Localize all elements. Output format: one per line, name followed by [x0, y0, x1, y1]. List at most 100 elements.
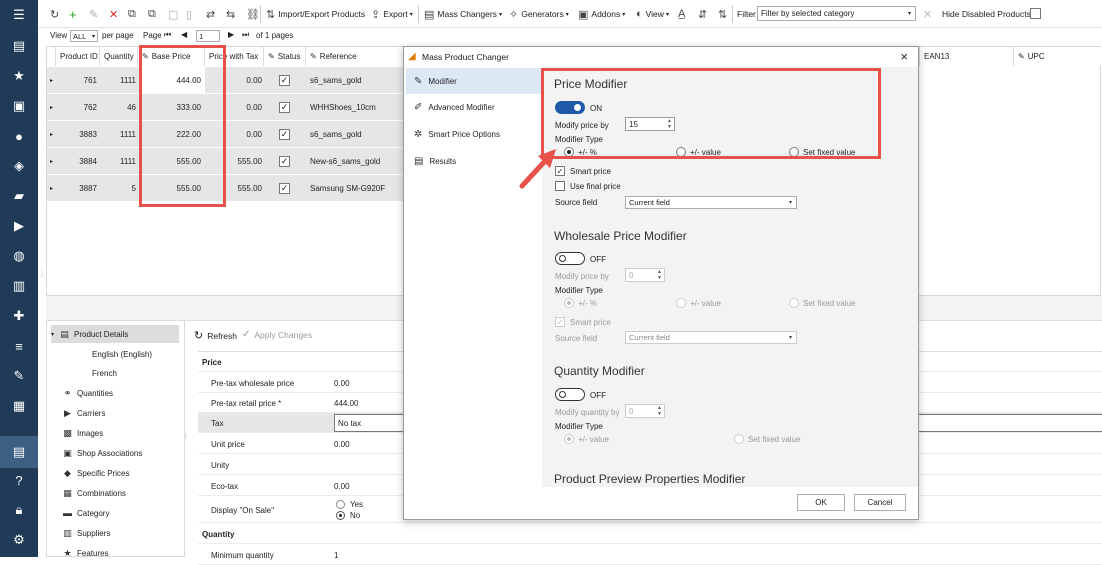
wholesale-modifier-toggle[interactable] [555, 252, 585, 265]
column-header-product-id[interactable]: Product ID [56, 47, 100, 66]
wholesale-smart-price-checkbox[interactable]: ✓ [555, 317, 565, 327]
table-row[interactable]: ▸ 762 46 333.00 0.00 ✓ WHHShoes_10cm [47, 94, 407, 120]
apply-changes-button[interactable]: ✓ Apply Changes [242, 329, 312, 340]
tree-item-french[interactable]: French [92, 364, 117, 382]
wholesale-source-field-select[interactable]: Current field ▾ [625, 331, 797, 344]
status-checkbox[interactable]: ✓ [279, 182, 290, 194]
clear-filter-icon[interactable]: ✕ [923, 6, 935, 22]
edit-icon[interactable]: ✎ [89, 6, 101, 22]
spinner-icon[interactable]: ▲ ▼ [657, 269, 662, 281]
hamburger-icon[interactable]: ☰ [0, 1, 38, 29]
last-page-icon[interactable]: ⏭ [242, 30, 249, 40]
status-checkbox[interactable]: ✓ [279, 101, 290, 113]
quantity-type-fixed-radio[interactable] [734, 434, 744, 444]
column-header-reference[interactable]: ✎ Reference [306, 47, 407, 66]
cell-status[interactable]: ✓ [279, 67, 290, 93]
ok-button[interactable]: OK [797, 494, 845, 511]
basket-icon[interactable]: ◈ [0, 152, 38, 180]
font-size-icon[interactable]: A̲ [678, 6, 688, 22]
report-icon[interactable]: ▦ [0, 392, 38, 420]
tree-item-suppliers[interactable]: ▥ Suppliers [62, 524, 110, 542]
mass-changers-button[interactable]: ▤ Mass Changers ▾ [424, 6, 502, 22]
row-expand-icon[interactable]: ▸ [50, 67, 53, 93]
cell-status[interactable]: ✓ [279, 94, 290, 120]
on-sale-no-radio[interactable] [336, 511, 345, 520]
quantity-modifier-toggle[interactable] [555, 388, 585, 401]
move-icon[interactable]: ⇄ [206, 6, 218, 22]
page-input[interactable]: 1 [196, 30, 220, 42]
add-icon[interactable]: + [69, 6, 80, 22]
wholesale-type-fixed-radio[interactable] [789, 298, 799, 308]
wrench-icon[interactable]: ✎ [0, 362, 38, 390]
tree-item-category[interactable]: ▬ Category [62, 504, 109, 522]
table-row[interactable]: ▸ 3883 1111 222.00 0.00 ✓ s6_sams_gold [47, 121, 407, 147]
export-button[interactable]: ⇪ Export ▾ [371, 6, 413, 22]
lock-icon[interactable]: 🔒︎ [0, 496, 38, 524]
addons-button[interactable]: ▣ Addons ▾ [578, 6, 625, 22]
globe-icon[interactable]: ◍ [0, 242, 38, 270]
detail-row[interactable]: Minimum quantity 1 [198, 545, 1102, 565]
refresh-icon[interactable]: ↻ [50, 6, 62, 22]
table-row[interactable]: ▸ 761 1111 444.00 0.00 ✓ s6_sams_gold [47, 67, 407, 93]
dialog-tab-modifier[interactable]: ✎ Modifier [406, 68, 542, 94]
column-header-ean13[interactable]: EAN13 [919, 47, 1013, 66]
tree-item-images[interactable]: ▩ Images [62, 424, 103, 442]
table-row[interactable]: ▸ 3884 1111 555.00 555.00 ✓ New-s6_sams_… [47, 148, 407, 174]
shuffle-icon[interactable]: ⇆ [226, 6, 238, 22]
duplicate-icon[interactable]: ⧉ [148, 6, 159, 22]
column-header-upc[interactable]: ✎ UPC [1013, 47, 1101, 66]
spinner-icon[interactable]: ▲ ▼ [657, 405, 662, 417]
hide-disabled-checkbox[interactable] [1030, 8, 1041, 19]
next-page-icon[interactable]: ▶ [228, 30, 234, 39]
first-page-icon[interactable]: ⏮ [164, 30, 171, 40]
tree-item-carriers[interactable]: ▶ Carriers [62, 404, 105, 422]
quantity-type-value-radio[interactable] [564, 434, 574, 444]
close-icon[interactable]: × [900, 49, 908, 64]
table-row[interactable]: ▸ 3887 5 555.00 555.00 ✓ Samsung SM-G920… [47, 175, 407, 201]
copy-icon[interactable]: ⧉ [128, 6, 139, 22]
chat-icon[interactable]: ▰ [0, 182, 38, 210]
dialog-tab-advanced-modifier[interactable]: ✐ Advanced Modifier [406, 94, 542, 120]
page-icon[interactable]: ▢ [168, 6, 181, 22]
sort-asc-icon[interactable]: ⇵ [698, 6, 710, 22]
truck-icon[interactable]: ▶ [0, 212, 38, 240]
cell-status[interactable]: ✓ [279, 121, 290, 147]
sliders-icon[interactable]: ≡ [0, 332, 38, 360]
modify-wholesale-input[interactable]: 0 ▲ ▼ [625, 268, 665, 282]
tree-item-combinations[interactable]: ▦ Combinations [62, 484, 126, 502]
row-expand-icon[interactable]: ▸ [50, 175, 53, 201]
splitter-handle[interactable]: ⁞ [38, 272, 46, 282]
row-expand-icon[interactable]: ▸ [50, 148, 53, 174]
bar-chart-icon[interactable]: ▥ [0, 272, 38, 300]
status-checkbox[interactable]: ✓ [279, 155, 290, 167]
wholesale-type-percent-radio[interactable] [564, 298, 574, 308]
column-header-quantity[interactable]: Quantity [100, 47, 138, 66]
sort-desc-icon[interactable]: ⇅ [718, 6, 730, 22]
collapse-icon[interactable]: ▾ [51, 331, 54, 338]
cell-status[interactable]: ✓ [279, 148, 290, 174]
user-icon[interactable]: ● [0, 122, 38, 150]
per-page-select[interactable]: ALL ▾ [70, 30, 98, 42]
status-checkbox[interactable]: ✓ [279, 74, 290, 86]
tree-item-features[interactable]: ★ Features [62, 544, 108, 562]
filter-select[interactable]: Filter by selected category ▾ [757, 6, 916, 21]
tree-item-quantities[interactable]: ⚭ Quantities [62, 384, 113, 402]
delete-icon[interactable]: ✕ [109, 6, 121, 22]
dialog-tab-smart-price-options[interactable]: ✲ Smart Price Options [406, 121, 542, 147]
tree-item-english[interactable]: English (English) [92, 345, 152, 363]
view-button[interactable]: ◐ View ▾ [636, 6, 669, 22]
row-expand-icon[interactable]: ▸ [50, 94, 53, 120]
tree-item-shop-associations[interactable]: ▣ Shop Associations [62, 444, 142, 462]
price-source-field-select[interactable]: Current field ▾ [625, 196, 797, 209]
gear-icon[interactable]: ⚙ [0, 526, 38, 554]
generators-button[interactable]: ✧ Generators ▾ [509, 6, 569, 22]
clipboard-icon[interactable]: ▯ [186, 6, 195, 22]
import-export-button[interactable]: ⇅ Import/Export Products [266, 6, 365, 22]
prev-page-icon[interactable]: ◀ [181, 30, 187, 39]
store-selected-icon[interactable]: ▤ [0, 436, 38, 468]
on-sale-yes-radio[interactable] [336, 500, 345, 509]
help-icon[interactable]: ? [0, 466, 38, 494]
modify-quantity-input[interactable]: 0 ▲ ▼ [625, 404, 665, 418]
row-expand-icon[interactable]: ▸ [50, 121, 53, 147]
tree-item-specific-prices[interactable]: ◆ Specific Prices [62, 464, 129, 482]
